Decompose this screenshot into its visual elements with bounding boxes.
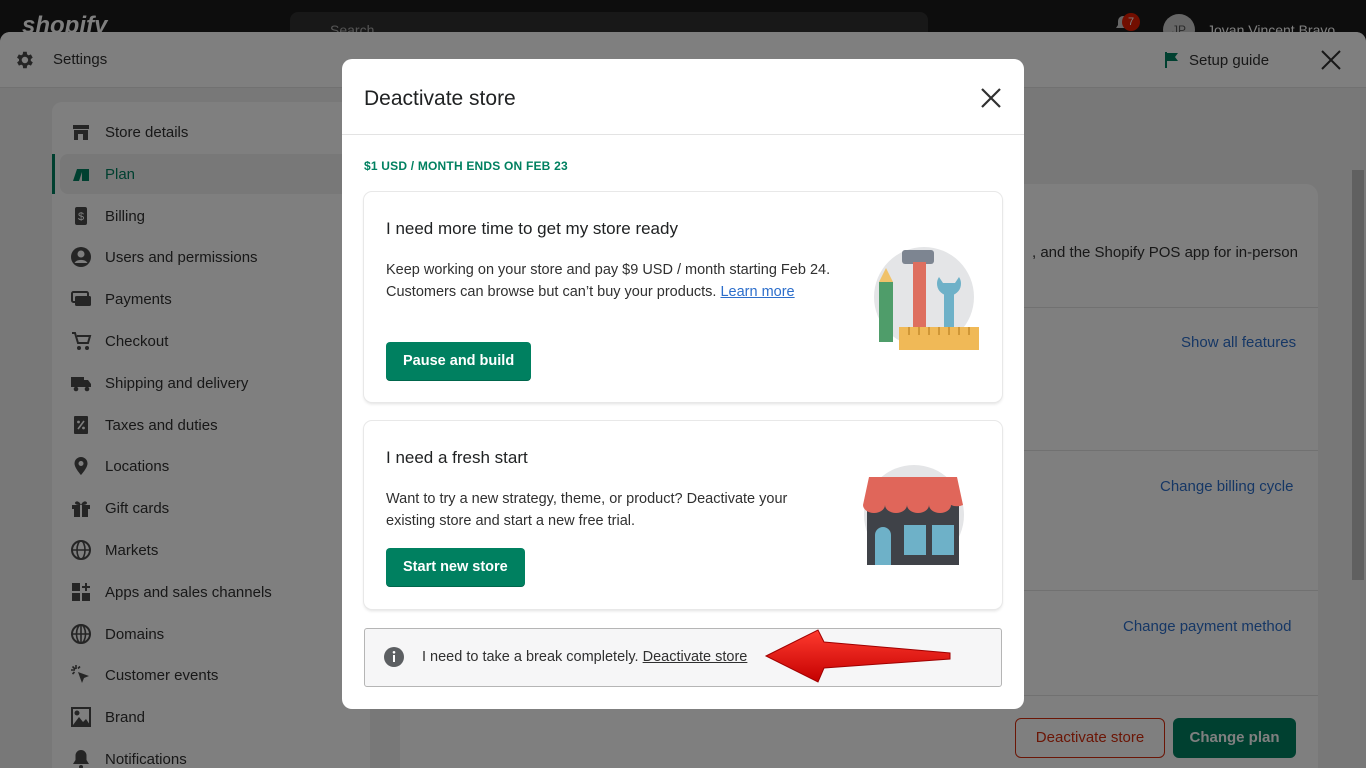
option-description: Want to try a new strategy, theme, or pr…	[386, 491, 788, 529]
annotation-arrow-icon	[764, 629, 951, 683]
pause-and-build-button[interactable]: Pause and build	[386, 342, 532, 381]
learn-more-link[interactable]: Learn more	[720, 284, 794, 300]
storefront-illustration	[863, 465, 964, 565]
option-description: Keep working on your store and pay $9 US…	[386, 262, 831, 300]
modal-title: Deactivate store	[364, 87, 516, 110]
info-icon	[384, 647, 404, 667]
break-text: I need to take a break completely. Deact…	[422, 649, 748, 665]
option-title: I need more time to get my store ready	[386, 219, 678, 238]
option-title: I need a fresh start	[386, 448, 528, 467]
start-new-store-button[interactable]: Start new store	[386, 548, 525, 587]
close-icon[interactable]	[976, 83, 1006, 113]
tools-illustration	[874, 247, 979, 350]
fresh-start-card: I need a fresh start Want to try a new s…	[364, 421, 1002, 609]
modal-header: Deactivate store	[342, 59, 1024, 135]
pause-and-build-card: I need more time to get my store ready K…	[364, 192, 1002, 402]
plan-end-note: $1 USD / MONTH ENDS ON FEB 23	[364, 159, 568, 173]
deactivate-store-modal: Deactivate store $1 USD / MONTH ENDS ON …	[342, 59, 1024, 709]
deactivate-store-link[interactable]: Deactivate store	[643, 649, 748, 665]
